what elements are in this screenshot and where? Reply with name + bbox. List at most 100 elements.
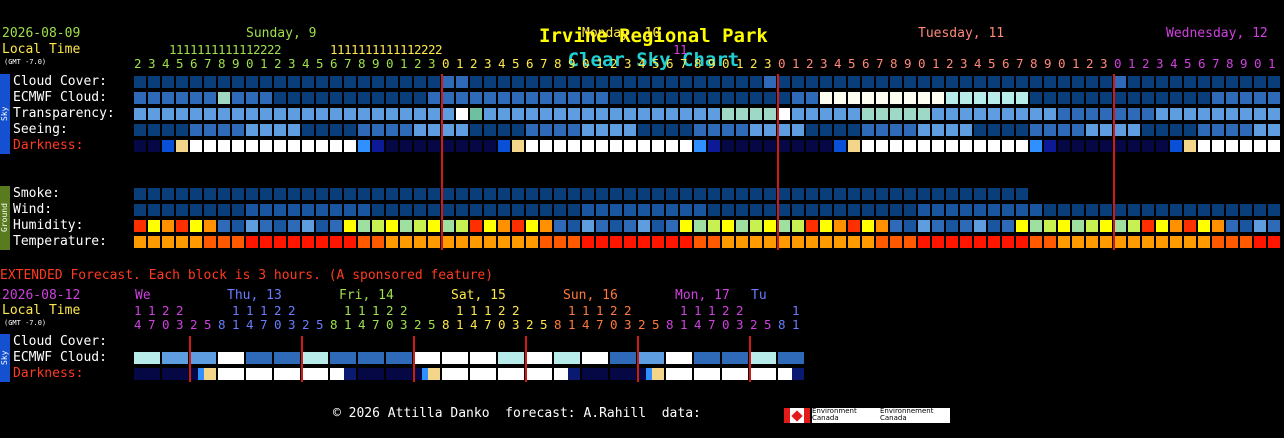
humidity-block[interactable] xyxy=(316,220,328,232)
cloud-cover-block[interactable] xyxy=(932,76,944,88)
smoke-block[interactable] xyxy=(386,188,398,200)
wind-block[interactable] xyxy=(820,204,832,216)
transparency-block[interactable] xyxy=(1030,108,1042,120)
seeing-block[interactable] xyxy=(344,124,356,136)
ecmwf-cloud-block[interactable] xyxy=(904,92,916,104)
transparency-block[interactable] xyxy=(1198,108,1210,120)
ext-darkness-block[interactable] xyxy=(750,368,776,380)
smoke-block[interactable] xyxy=(260,188,272,200)
darkness-block[interactable] xyxy=(526,140,538,152)
darkness-block[interactable] xyxy=(288,140,300,152)
ext-darkness-block[interactable] xyxy=(722,368,748,380)
cloud-cover-block[interactable] xyxy=(1072,76,1084,88)
ext-ecmwf-cloud-block[interactable] xyxy=(470,352,496,364)
ecmwf-cloud-block[interactable] xyxy=(806,92,818,104)
temperature-block[interactable] xyxy=(428,236,440,248)
temperature-block[interactable] xyxy=(442,236,454,248)
smoke-block[interactable] xyxy=(918,188,930,200)
temperature-block[interactable] xyxy=(1002,236,1014,248)
ecmwf-cloud-block[interactable] xyxy=(708,92,720,104)
transparency-block[interactable] xyxy=(1226,108,1238,120)
ecmwf-cloud-block[interactable] xyxy=(484,92,496,104)
seeing-block[interactable] xyxy=(680,124,692,136)
darkness-block[interactable] xyxy=(1240,140,1252,152)
temperature-block[interactable] xyxy=(1184,236,1196,248)
ext-ecmwf-cloud-block[interactable] xyxy=(218,352,244,364)
seeing-block[interactable] xyxy=(1030,124,1042,136)
wind-block[interactable] xyxy=(596,204,608,216)
seeing-block[interactable] xyxy=(988,124,1000,136)
humidity-block[interactable] xyxy=(680,220,692,232)
cloud-cover-block[interactable] xyxy=(1142,76,1154,88)
ecmwf-cloud-block[interactable] xyxy=(1254,92,1266,104)
smoke-block[interactable] xyxy=(176,188,188,200)
humidity-block[interactable] xyxy=(750,220,762,232)
darkness-block[interactable] xyxy=(568,140,580,152)
wind-block[interactable] xyxy=(344,204,356,216)
darkness-block[interactable] xyxy=(316,140,328,152)
wind-block[interactable] xyxy=(1254,204,1266,216)
transparency-block[interactable] xyxy=(568,108,580,120)
darkness-block[interactable] xyxy=(792,140,804,152)
wind-block[interactable] xyxy=(694,204,706,216)
darkness-block[interactable] xyxy=(624,140,636,152)
smoke-block[interactable] xyxy=(582,188,594,200)
transparency-block[interactable] xyxy=(498,108,510,120)
temperature-block[interactable] xyxy=(820,236,832,248)
smoke-block[interactable] xyxy=(330,188,342,200)
ext-ecmwf-cloud-block[interactable] xyxy=(666,352,692,364)
temperature-block[interactable] xyxy=(204,236,216,248)
smoke-block[interactable] xyxy=(680,188,692,200)
humidity-block[interactable] xyxy=(1100,220,1112,232)
darkness-block[interactable] xyxy=(862,140,874,152)
smoke-block[interactable] xyxy=(400,188,412,200)
humidity-block[interactable] xyxy=(820,220,832,232)
seeing-block[interactable] xyxy=(1016,124,1028,136)
ecmwf-cloud-block[interactable] xyxy=(330,92,342,104)
cloud-cover-block[interactable] xyxy=(470,76,482,88)
ecmwf-cloud-block[interactable] xyxy=(288,92,300,104)
cloud-cover-block[interactable] xyxy=(974,76,986,88)
temperature-block[interactable] xyxy=(190,236,202,248)
seeing-block[interactable] xyxy=(162,124,174,136)
ext-darkness-block[interactable] xyxy=(422,368,428,380)
cloud-cover-block[interactable] xyxy=(498,76,510,88)
darkness-block[interactable] xyxy=(176,140,188,152)
cloud-cover-block[interactable] xyxy=(624,76,636,88)
darkness-block[interactable] xyxy=(330,140,342,152)
smoke-block[interactable] xyxy=(848,188,860,200)
wind-block[interactable] xyxy=(442,204,454,216)
ecmwf-cloud-block[interactable] xyxy=(848,92,860,104)
ext-darkness-block[interactable] xyxy=(218,368,244,380)
ext-ecmwf-cloud-block[interactable] xyxy=(582,352,608,364)
ext-darkness-block[interactable] xyxy=(274,368,300,380)
temperature-block[interactable] xyxy=(414,236,426,248)
smoke-block[interactable] xyxy=(246,188,258,200)
humidity-block[interactable] xyxy=(694,220,706,232)
wind-block[interactable] xyxy=(302,204,314,216)
wind-block[interactable] xyxy=(1086,204,1098,216)
smoke-block[interactable] xyxy=(904,188,916,200)
ext-ecmwf-cloud-block[interactable] xyxy=(134,352,160,364)
transparency-block[interactable] xyxy=(1170,108,1182,120)
seeing-block[interactable] xyxy=(736,124,748,136)
ecmwf-cloud-block[interactable] xyxy=(554,92,566,104)
ext-darkness-block[interactable] xyxy=(198,368,204,380)
transparency-block[interactable] xyxy=(806,108,818,120)
cloud-cover-block[interactable] xyxy=(596,76,608,88)
humidity-block[interactable] xyxy=(988,220,1000,232)
cloud-cover-block[interactable] xyxy=(1016,76,1028,88)
humidity-block[interactable] xyxy=(344,220,356,232)
temperature-block[interactable] xyxy=(1254,236,1266,248)
seeing-block[interactable] xyxy=(708,124,720,136)
seeing-block[interactable] xyxy=(218,124,230,136)
humidity-block[interactable] xyxy=(428,220,440,232)
ecmwf-cloud-block[interactable] xyxy=(456,92,468,104)
ecmwf-cloud-block[interactable] xyxy=(582,92,594,104)
cloud-cover-block[interactable] xyxy=(1156,76,1168,88)
temperature-block[interactable] xyxy=(694,236,706,248)
transparency-block[interactable] xyxy=(246,108,258,120)
ext-ecmwf-cloud-block[interactable] xyxy=(498,352,524,364)
temperature-block[interactable] xyxy=(988,236,1000,248)
darkness-block[interactable] xyxy=(1100,140,1112,152)
